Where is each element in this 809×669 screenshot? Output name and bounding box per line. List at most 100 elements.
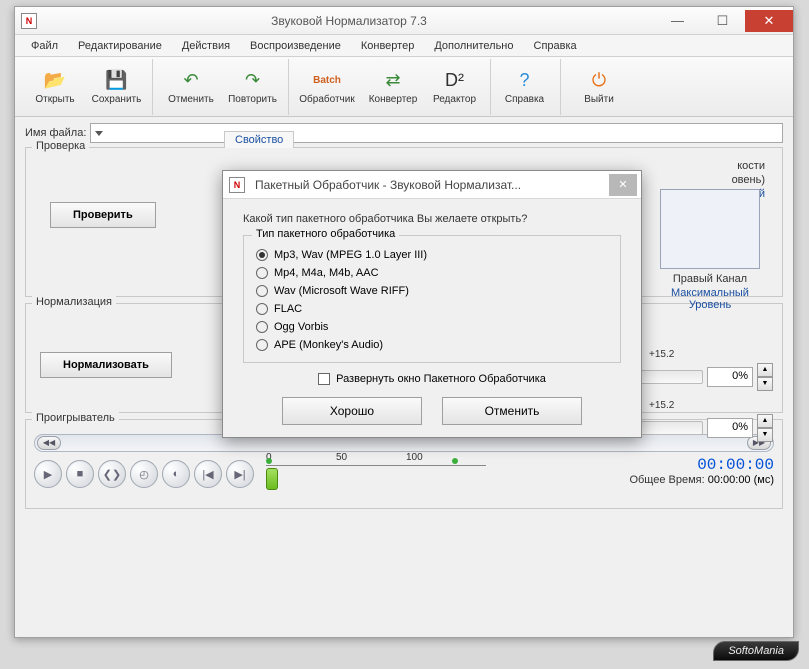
radio-option-2[interactable]: Wav (Microsoft Wave RIFF)	[256, 282, 608, 300]
dialog-ok-button[interactable]: Хорошо	[282, 397, 422, 425]
check-button[interactable]: Проверить	[50, 202, 156, 228]
maximize-button[interactable]: ☐	[700, 10, 745, 32]
toolbar: 📂 Открыть 💾 Сохранить ↶ Отменить ↷ Повторить Bat…	[15, 57, 793, 117]
menu-справка[interactable]: Справка	[526, 38, 585, 54]
radio-label-1: Mp4, M4a, M4b, AAC	[274, 267, 379, 279]
menu-редактирование[interactable]: Редактирование	[70, 38, 170, 54]
channel-link[interactable]: Максимальный Уровень	[657, 287, 763, 311]
radio-icon-1	[256, 267, 268, 279]
ruler-thumb[interactable]	[266, 468, 278, 490]
prev-button[interactable]: |◀	[194, 460, 222, 488]
tick-1: 50	[336, 452, 347, 463]
tool-открыть-icon: 📂	[43, 68, 67, 92]
radio-icon-3	[256, 303, 268, 315]
window-title: Звуковой Нормализатор 7.3	[43, 14, 655, 28]
time-ms: 00:00:00 (мс)	[708, 474, 774, 486]
channel-label: Правый Канал	[657, 273, 763, 285]
tool-повторить-icon: ↷	[241, 68, 265, 92]
radio-label-0: Mp3, Wav (MPEG 1.0 Layer III)	[274, 249, 427, 261]
expand-checkbox[interactable]	[318, 373, 330, 385]
menu-воспроизведение[interactable]: Воспроизведение	[242, 38, 349, 54]
share-button[interactable]: ❮❯	[98, 460, 126, 488]
menu-дополнительно[interactable]: Дополнительно	[426, 38, 521, 54]
expand-label: Развернуть окно Пакетного Обработчика	[336, 373, 546, 385]
tool-отменить[interactable]: ↶ Отменить	[159, 59, 223, 115]
radio-option-1[interactable]: Mp4, M4a, M4b, AAC	[256, 264, 608, 282]
titlebar: N Звуковой Нормализатор 7.3 — ☐	[15, 7, 793, 35]
radio-icon-4	[256, 321, 268, 333]
close-button[interactable]	[745, 10, 793, 32]
radio-label-3: FLAC	[274, 303, 302, 315]
watermark: SoftoMania	[713, 641, 799, 661]
menu-конвертер[interactable]: Конвертер	[353, 38, 422, 54]
next-button[interactable]: ▶|	[226, 460, 254, 488]
slider2-spinner[interactable]: ▲▼	[757, 414, 773, 442]
tool-отменить-icon: ↶	[179, 68, 203, 92]
tool-справка[interactable]: ?Справка	[497, 59, 561, 115]
tool-обработчик[interactable]: Batch Обработчик	[295, 59, 359, 115]
marker-start-icon	[266, 458, 272, 464]
radio-option-4[interactable]: Ogg Vorbis	[256, 318, 608, 336]
menubar: ФайлРедактированиеДействияВоспроизведени…	[15, 35, 793, 57]
watermark-badge: SoftoMania	[713, 641, 799, 661]
menu-файл[interactable]: Файл	[23, 38, 66, 54]
tool-конвертер[interactable]: ⇄Конвертер	[361, 59, 425, 115]
check-group-title: Проверка	[32, 140, 89, 152]
tool-отменить-label: Отменить	[168, 94, 214, 105]
player-group-title: Проигрыватель	[32, 412, 119, 424]
dialog-type-group: Тип пакетного обработчика Mp3, Wav (MPEG…	[243, 235, 621, 363]
tool-конвертер-icon: ⇄	[381, 68, 405, 92]
batch-dialog: N Пакетный Обработчик - Звуковой Нормали…	[222, 170, 642, 438]
tool-справка-icon: ?	[513, 68, 537, 92]
record-button[interactable]: ◐	[162, 460, 190, 488]
time-display: 00:00:00	[629, 456, 774, 474]
play-button[interactable]: ▶	[34, 460, 62, 488]
radio-label-2: Wav (Microsoft Wave RIFF)	[274, 285, 409, 297]
slider2-pct[interactable]: 0%	[707, 418, 753, 438]
tool-выйти[interactable]: ⏻ Выйти	[567, 59, 631, 115]
tick-2: 100	[406, 452, 423, 463]
menu-действия[interactable]: Действия	[174, 38, 238, 54]
slider2-value: +15.2	[649, 400, 773, 411]
dialog-cancel-button[interactable]: Отменить	[442, 397, 582, 425]
property-tab[interactable]: Свойство	[224, 131, 294, 148]
tool-редактор-label: Редактор	[433, 94, 476, 105]
normalize-button[interactable]: Нормализовать	[40, 352, 172, 378]
tool-обработчик-icon: Batch	[315, 68, 339, 92]
filename-label: Имя файла:	[25, 127, 86, 139]
app-icon: N	[21, 13, 37, 29]
slider1-spinner[interactable]: ▲▼	[757, 363, 773, 391]
tool-обработчик-label: Обработчик	[299, 94, 354, 105]
tool-открыть[interactable]: 📂 Открыть	[23, 59, 87, 115]
timer-button[interactable]: ◴	[130, 460, 158, 488]
dialog-close-button[interactable]: ✕	[609, 174, 637, 196]
radio-icon-2	[256, 285, 268, 297]
stop-button[interactable]: ■	[66, 460, 94, 488]
tool-сохранить-icon: 💾	[105, 68, 129, 92]
tool-выйти-label: Выйти	[584, 94, 614, 105]
tool-редактор[interactable]: D² Редактор	[427, 59, 491, 115]
tool-открыть-label: Открыть	[35, 94, 74, 105]
slider1-pct[interactable]: 0%	[707, 367, 753, 387]
minimize-button[interactable]: —	[655, 10, 700, 32]
radio-label-5: APE (Monkey's Audio)	[274, 339, 383, 351]
tool-повторить-label: Повторить	[228, 94, 277, 105]
tool-сохранить[interactable]: 💾 Сохранить	[89, 59, 153, 115]
tool-сохранить-label: Сохранить	[92, 94, 142, 105]
dialog-title: Пакетный Обработчик - Звуковой Нормализа…	[251, 178, 609, 192]
radio-option-5[interactable]: APE (Monkey's Audio)	[256, 336, 608, 354]
channel-rect	[660, 189, 760, 269]
normalize-group-title: Нормализация	[32, 296, 116, 308]
tool-выйти-icon: ⏻	[587, 68, 611, 92]
filename-combo[interactable]	[90, 123, 783, 143]
radio-option-0[interactable]: Mp3, Wav (MPEG 1.0 Layer III)	[256, 246, 608, 264]
slider1-value: +15.2	[649, 349, 773, 360]
channel-box: Правый Канал Максимальный Уровень	[657, 153, 763, 311]
total-time-label: Общее Время:	[629, 474, 704, 486]
tool-повторить[interactable]: ↷ Повторить	[225, 59, 289, 115]
tool-редактор-icon: D²	[443, 68, 467, 92]
radio-option-3[interactable]: FLAC	[256, 300, 608, 318]
dialog-group-title: Тип пакетного обработчика	[252, 228, 399, 240]
seek-back-icon[interactable]: ◀◀	[37, 436, 61, 450]
dialog-icon: N	[229, 177, 245, 193]
